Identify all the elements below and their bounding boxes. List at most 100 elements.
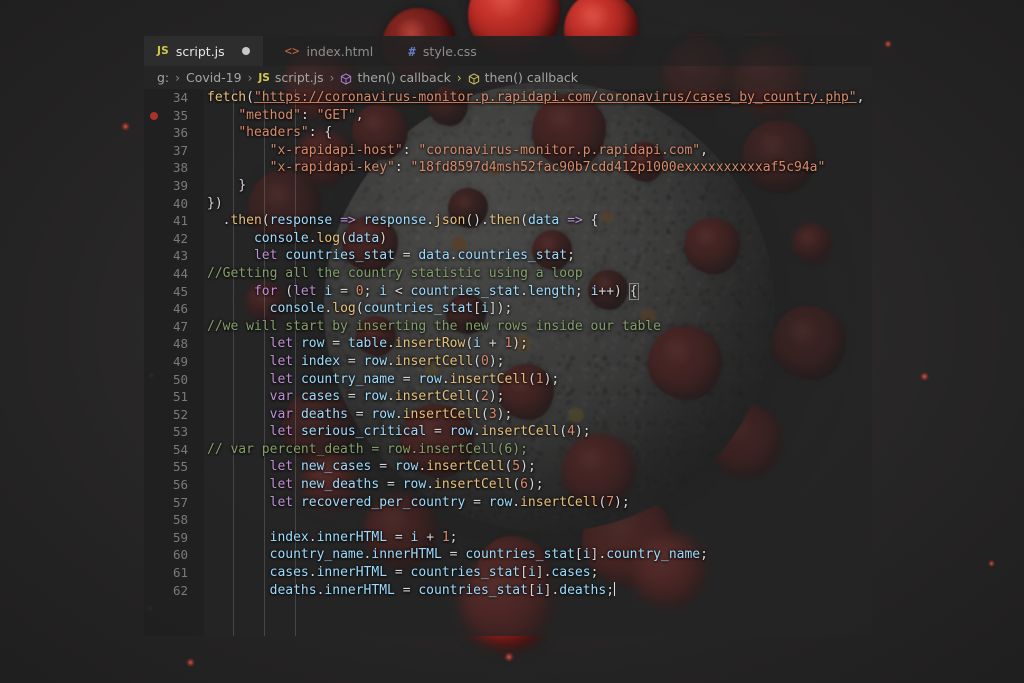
particle-glow xyxy=(186,658,195,667)
line-number: 41 xyxy=(172,213,188,229)
line-content: // var percent_death = row.insertCell(6)… xyxy=(207,441,528,457)
code-line[interactable]: 53 let serious_critical = row.insertCell… xyxy=(144,423,872,441)
breadcrumb-item-file[interactable]: JS script.js xyxy=(258,70,323,85)
line-number: 43 xyxy=(172,248,188,264)
line-number: 36 xyxy=(172,125,188,141)
line-number: 62 xyxy=(172,582,188,598)
line-number: 48 xyxy=(172,336,188,352)
code-line[interactable]: 52 var deaths = row.insertCell(3); xyxy=(144,406,872,424)
js-file-icon: JS xyxy=(157,45,169,57)
line-content: //we will start by inserting the new row… xyxy=(207,318,661,334)
code-line[interactable]: 34 fetch("https://coronavirus-monitor.p.… xyxy=(144,89,872,107)
line-content: cases.innerHTML = countries_stat[i].case… xyxy=(269,565,599,581)
breakpoint-marker[interactable] xyxy=(150,111,158,120)
code-line[interactable]: 61 cases.innerHTML = countries_stat[i].c… xyxy=(144,564,872,582)
code-line[interactable]: 37 "x-rapidapi-host": "coronavirus-monit… xyxy=(144,142,872,160)
unsaved-changes-dot[interactable] xyxy=(241,47,250,55)
code-line[interactable]: 44 //Getting all the country statistic u… xyxy=(144,265,872,283)
code-line[interactable]: 62 deaths.innerHTML = countries_stat[i].… xyxy=(144,581,872,600)
line-number: 51 xyxy=(172,389,188,405)
code-line[interactable]: 46 console.log(countries_stat[i]); xyxy=(144,300,872,318)
line-number: 52 xyxy=(172,406,188,422)
js-file-icon: JS xyxy=(258,71,270,84)
line-number: 59 xyxy=(172,529,188,545)
particle-glow xyxy=(504,652,514,662)
code-line[interactable]: 54 // var percent_death = row.insertCell… xyxy=(144,441,872,459)
code-line[interactable]: 51 var cases = row.insertCell(2); xyxy=(144,388,872,406)
line-content: index.innerHTML = i + 1; xyxy=(269,529,458,545)
line-content: .then(response => response.json().then(d… xyxy=(222,213,599,229)
code-line[interactable]: 49 let index = row.insertCell(0); xyxy=(144,353,872,371)
code-line[interactable]: 38 "x-rapidapi-key": "18fd8597d4msh52fac… xyxy=(144,159,872,177)
code-line[interactable]: 47 //we will start by inserting the new … xyxy=(144,318,872,336)
line-content: }) xyxy=(207,195,223,211)
code-editor-text-area[interactable]: 34 fetch("https://coronavirus-monitor.p.… xyxy=(144,89,872,636)
line-number: 54 xyxy=(172,441,188,457)
line-number: 39 xyxy=(172,177,188,193)
tab-label: index.html xyxy=(306,43,374,59)
line-content: let new_cases = row.insertCell(5); xyxy=(269,459,536,475)
tab-style-css[interactable]: # style.css xyxy=(386,36,490,66)
code-line[interactable]: 59 index.innerHTML = i + 1; xyxy=(144,529,872,547)
code-line[interactable]: 39 } xyxy=(144,177,872,195)
code-line[interactable]: 57 let recovered_per_country = row.inser… xyxy=(144,494,872,512)
line-number: 58 xyxy=(172,512,188,528)
chevron-right-icon: › xyxy=(247,70,253,85)
text-cursor xyxy=(614,581,616,596)
chevron-right-icon: › xyxy=(456,70,462,85)
line-number: 57 xyxy=(172,494,188,510)
code-line[interactable]: 43 let countries_stat = data.countries_s… xyxy=(144,247,872,265)
line-number: 55 xyxy=(172,459,188,475)
line-content: "x-rapidapi-key": "18fd8597d4msh52fac90b… xyxy=(269,160,826,176)
breadcrumb-label: g: xyxy=(157,70,170,85)
breadcrumb: g: › Covid-19 › JS script.js › then() ca… xyxy=(144,66,872,89)
line-content: fetch("https://coronavirus-monitor.p.rap… xyxy=(207,90,865,105)
line-number: 40 xyxy=(172,195,188,211)
cube-purple-icon xyxy=(340,72,352,85)
line-number: 42 xyxy=(172,230,188,246)
breadcrumb-item-callback-1[interactable]: then() callback xyxy=(340,70,451,85)
line-content: console.log(countries_stat[i]); xyxy=(269,301,513,317)
line-content: let row = table.insertRow(i + 1); xyxy=(269,336,528,352)
line-content: //Getting all the country statistic usin… xyxy=(207,265,583,281)
code-line[interactable]: 56 let new_deaths = row.insertCell(6); xyxy=(144,476,872,494)
particle-glow xyxy=(884,40,892,48)
breadcrumb-label: then() callback xyxy=(484,70,579,85)
line-number: 44 xyxy=(172,265,188,281)
html-file-icon: <> xyxy=(284,44,300,58)
line-number: 47 xyxy=(172,318,188,334)
breadcrumb-item-callback-2[interactable]: then() callback xyxy=(468,70,578,85)
code-line[interactable]: 60 country_name.innerHTML = countries_st… xyxy=(144,546,872,564)
breadcrumb-item-drive[interactable]: g: xyxy=(157,70,169,85)
breadcrumb-label: script.js xyxy=(274,70,324,85)
screenshot-root: JS script.js <> index.html # style.css g… xyxy=(0,0,1024,683)
code-line[interactable]: 35 "method": "GET", xyxy=(144,107,872,125)
code-line[interactable]: 48 let row = table.insertRow(i + 1); xyxy=(144,335,872,353)
code-line[interactable]: 45 for (let i = 0; i < countries_stat.le… xyxy=(144,282,872,301)
code-line[interactable]: 42 console.log(data) xyxy=(144,230,872,248)
code-line[interactable]: 40 }) xyxy=(144,195,872,213)
tab-index-html[interactable]: <> index.html xyxy=(263,36,387,66)
line-content: let serious_critical = row.insertCell(4)… xyxy=(269,424,591,440)
tab-label: script.js xyxy=(175,43,225,59)
chevron-right-icon: › xyxy=(175,70,180,85)
code-line[interactable]: 36 "headers": { xyxy=(144,124,872,142)
line-number: 50 xyxy=(172,371,188,387)
code-line[interactable]: 58 xyxy=(144,511,872,529)
line-number: 60 xyxy=(172,547,188,563)
breadcrumb-item-folder[interactable]: Covid-19 xyxy=(186,70,242,85)
line-content: } xyxy=(238,177,247,193)
code-line[interactable]: 55 let new_cases = row.insertCell(5); xyxy=(144,458,872,476)
tab-script-js[interactable]: JS script.js xyxy=(144,36,263,66)
particle-glow xyxy=(920,372,929,381)
chevron-right-icon: › xyxy=(329,70,335,85)
particle-glow xyxy=(988,560,995,567)
line-number: 53 xyxy=(172,424,188,440)
line-number: 46 xyxy=(172,301,188,317)
line-number: 38 xyxy=(172,160,188,176)
code-line[interactable]: 41 .then(response => response.json().the… xyxy=(144,212,872,230)
code-line[interactable]: 50 let country_name = row.insertCell(1); xyxy=(144,371,872,389)
line-content: var cases = row.insertCell(2); xyxy=(269,389,505,405)
line-content: "x-rapidapi-host": "coronavirus-monitor.… xyxy=(269,142,708,158)
line-content: let new_deaths = row.insertCell(6); xyxy=(269,477,544,493)
